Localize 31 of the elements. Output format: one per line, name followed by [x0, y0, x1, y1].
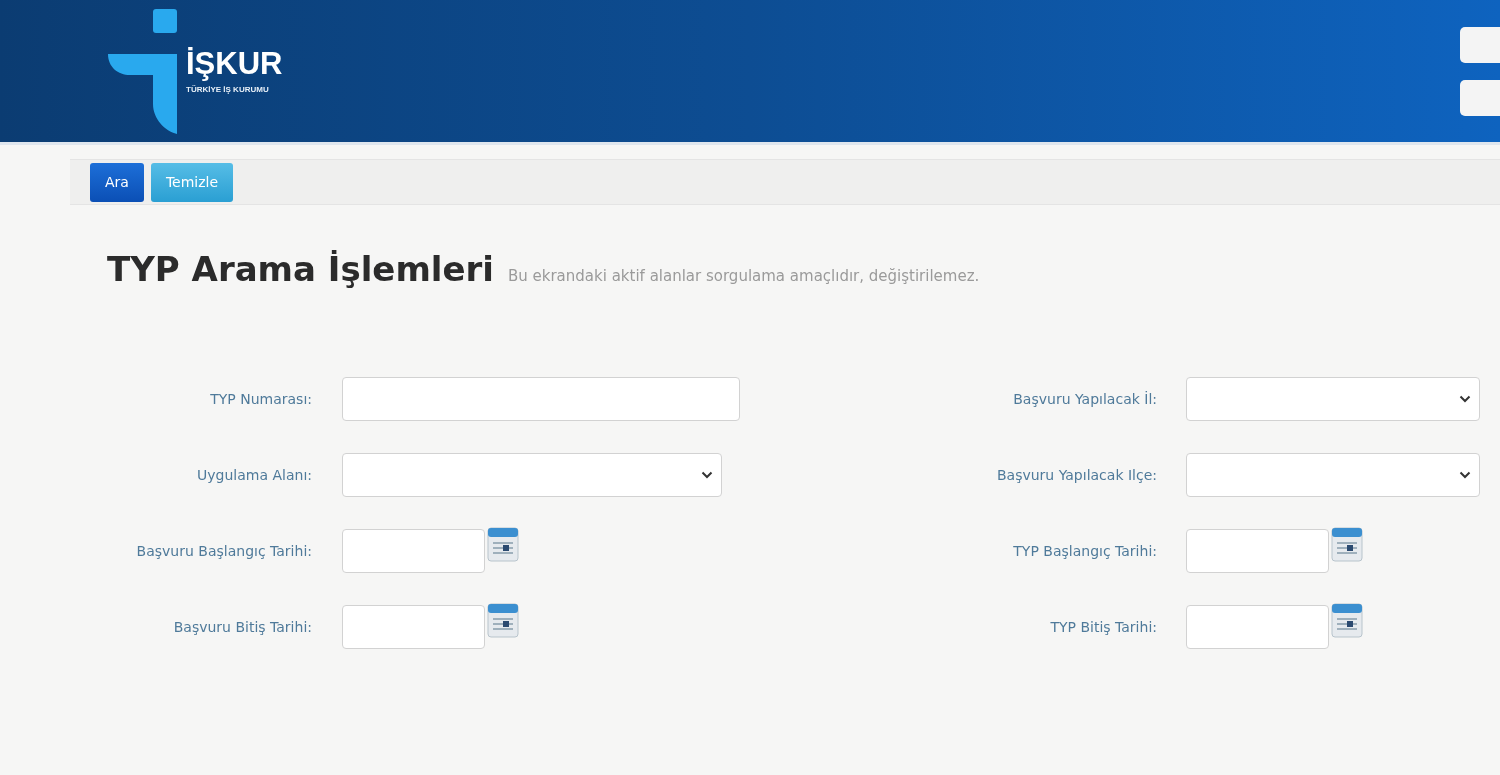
chevron-down-icon [701, 471, 713, 479]
chevron-down-icon [1459, 395, 1471, 403]
date-input[interactable] [1186, 605, 1329, 649]
date-input[interactable] [342, 529, 485, 573]
field-label: Başvuru Yapılacak Ilçe: [995, 467, 1157, 483]
logo-title: İŞKUR [186, 48, 283, 79]
date-input[interactable] [342, 605, 485, 649]
dropdown[interactable] [1186, 453, 1480, 497]
calendar-icon[interactable] [487, 603, 519, 638]
field-label: TYP Başlangıç Tarihi: [1012, 543, 1157, 559]
page-title: TYP Arama İşlemleri [107, 249, 494, 289]
field-label: Başvuru Bitiş Tarihi: [172, 619, 312, 635]
date-input[interactable] [1186, 529, 1329, 573]
header-button[interactable] [1460, 79, 1500, 116]
calendar-icon[interactable] [487, 527, 519, 562]
dropdown[interactable] [1186, 377, 1480, 421]
logo-subtitle: TÜRKİYE İŞ KURUMU [186, 85, 270, 94]
header-button[interactable] [1460, 26, 1500, 63]
field-label: Başvuru Yapılacak İl: [1012, 391, 1157, 407]
search-button[interactable]: Ara [90, 162, 144, 202]
calendar-icon[interactable] [1331, 527, 1363, 562]
field-label: Başvuru Başlangıç Tarihi: [135, 543, 312, 559]
field-label: Uygulama Alanı: [196, 467, 312, 483]
page-subtitle: Bu ekrandaki aktif alanlar sorgulama amaçlıdır, değiştirilemez. [507, 267, 980, 285]
dropdown[interactable] [342, 453, 722, 497]
field-label: TYP Bitiş Tarihi: [1049, 619, 1157, 635]
field-label: TYP Numarası: [209, 391, 312, 407]
logo-icon [108, 8, 178, 134]
text-input[interactable] [342, 377, 740, 421]
chevron-down-icon [1459, 471, 1471, 479]
calendar-icon[interactable] [1331, 603, 1363, 638]
